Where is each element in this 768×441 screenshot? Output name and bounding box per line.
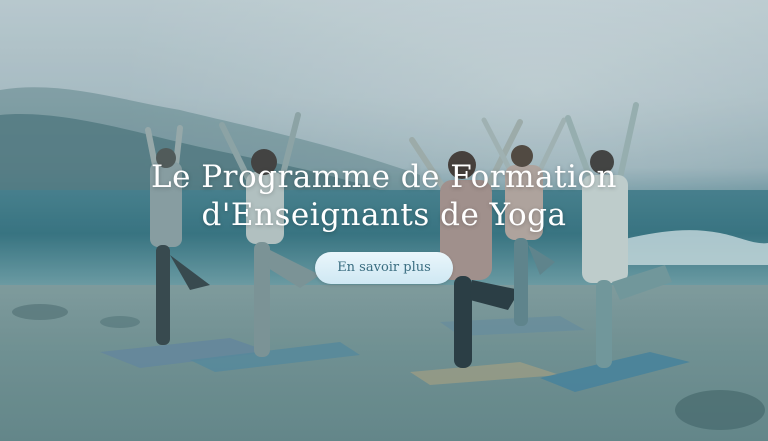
hero-title-line-2: d'Enseignants de Yoga [201,197,567,233]
hero-title: Le Programme de Formation d'Enseignants … [0,158,768,234]
hero-section: Le Programme de Formation d'Enseignants … [0,0,768,441]
learn-more-button[interactable]: En savoir plus [315,252,453,284]
hero-title-line-1: Le Programme de Formation [151,159,617,195]
